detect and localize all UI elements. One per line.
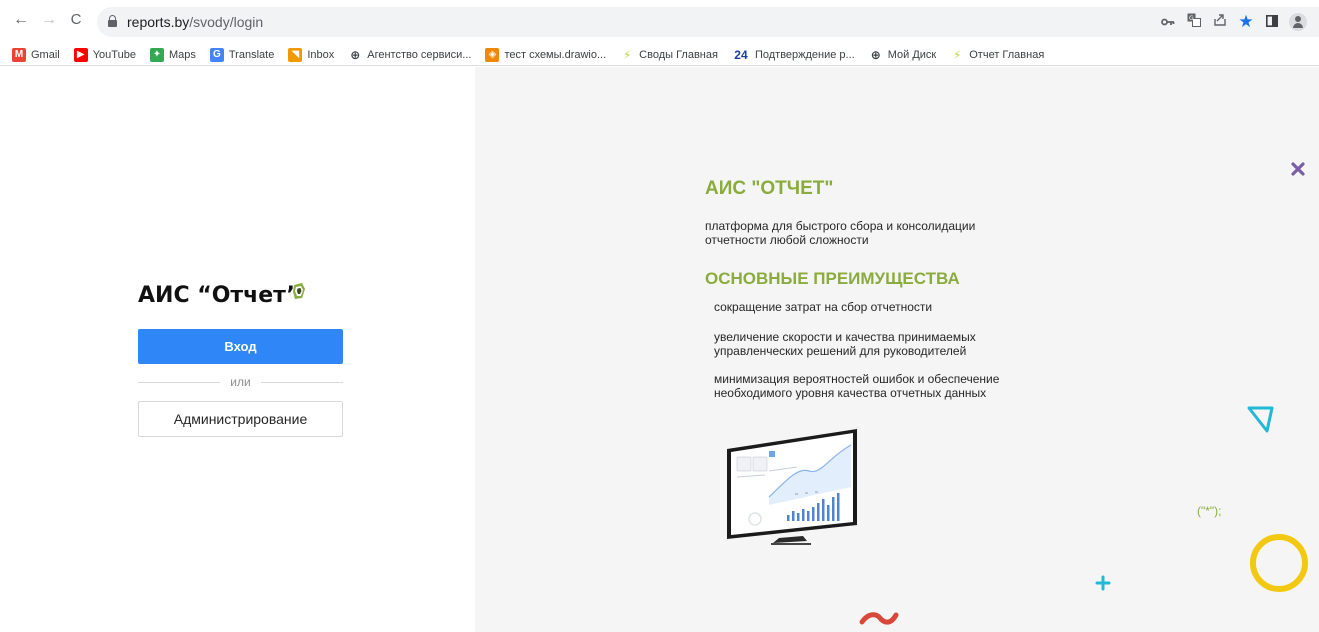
or-divider: или <box>138 374 343 390</box>
bookmark-item[interactable]: ◈ тест схемы.drawio... <box>485 47 607 62</box>
number-24-icon: 24 <box>734 47 748 62</box>
login-button[interactable]: Вход <box>138 329 343 364</box>
logo-icon <box>293 283 305 299</box>
plus-decoration <box>1095 575 1111 591</box>
bookmark-label: Отчет Главная <box>969 48 1045 61</box>
spark-icon: ⚡ <box>953 47 962 62</box>
address-bar[interactable]: reports.by/svody/login G ★ <box>97 7 1319 37</box>
url-path: /svody/login <box>189 14 264 30</box>
omnibox-actions: G ★ <box>1155 13 1311 31</box>
forward-icon[interactable]: → <box>40 11 58 29</box>
inbox-icon: ◥ <box>288 47 303 62</box>
bookmark-item[interactable]: ▶ YouTube <box>73 47 136 62</box>
bookmark-item[interactable]: ⊕ Агентство сервиси... <box>348 48 471 62</box>
share-icon[interactable] <box>1207 13 1233 31</box>
bookmark-label: Inbox <box>307 48 335 61</box>
promo-description: платформа для быстрого сбора и консолида… <box>705 219 976 247</box>
ring-decoration <box>1250 534 1308 592</box>
bookmark-item[interactable]: ◥ Inbox <box>288 47 335 62</box>
page: АИС “Отчет” Вход или Администрирование А… <box>0 67 1319 632</box>
url-text[interactable]: reports.by/svody/login <box>127 14 263 30</box>
spark-icon: ⚡ <box>622 47 632 62</box>
advantage-item: минимизация вероятностей ошибок и обеспе… <box>714 372 1000 400</box>
login-panel: АИС “Отчет” Вход или Администрирование <box>0 67 475 632</box>
promo-title: АИС "ОТЧЕТ" <box>705 178 834 199</box>
bookmark-label: тест схемы.drawio... <box>504 48 607 61</box>
browser-toolbar: ← → C reports.by/svody/login G ★ <box>0 0 1319 44</box>
advantage-item: увеличение скорости и качества принимаем… <box>714 330 976 358</box>
bookmark-label: Агентство сервиси... <box>367 48 472 61</box>
divider-line <box>261 382 343 383</box>
triangle-decoration <box>1247 406 1274 433</box>
globe-arrow-icon: ⊕ <box>870 47 881 62</box>
bookmark-item[interactable]: ✦ Maps <box>149 47 196 62</box>
translate-icon[interactable]: G <box>1181 13 1207 31</box>
bookmark-item[interactable]: ⚡ Своды Главная <box>620 48 718 62</box>
advantages-title: ОСНОВНЫЕ ПРЕИМУЩЕСТВА <box>705 269 960 288</box>
bookmark-item[interactable]: 24 Подтверждение р... <box>732 47 855 62</box>
youtube-icon: ▶ <box>73 47 88 62</box>
tilde-decoration <box>859 612 899 625</box>
svg-text:G: G <box>1189 15 1194 22</box>
lock-icon[interactable] <box>108 15 117 27</box>
app-title: АИС “Отчет” <box>138 283 301 308</box>
admin-button[interactable]: Администрирование <box>138 401 343 437</box>
side-panel-icon[interactable] <box>1259 13 1285 31</box>
bookmark-item[interactable]: ⊕ Мой Диск <box>869 48 937 62</box>
bookmark-item[interactable]: ⚡ Отчет Главная <box>950 48 1044 62</box>
globe-arrow-icon: ⊕ <box>350 47 361 62</box>
url-host: reports.by <box>127 14 190 30</box>
close-x-decoration <box>1291 162 1305 176</box>
bookmark-label: Maps <box>168 48 196 61</box>
reload-icon[interactable]: C <box>67 11 85 29</box>
code-text-decoration: ("*"); <box>1197 504 1222 518</box>
bookmark-item[interactable]: M Gmail <box>12 47 60 62</box>
monitor-illustration <box>727 429 857 545</box>
maps-icon: ✦ <box>149 47 164 62</box>
advantage-item: сокращение затрат на сбор отчетности <box>714 300 933 314</box>
back-icon[interactable]: ← <box>12 11 30 29</box>
profile-icon[interactable] <box>1285 13 1311 31</box>
gmail-icon: M <box>12 47 26 62</box>
translate-icon: G <box>209 47 224 62</box>
bookmark-label: Мой Диск <box>887 48 937 61</box>
bookmark-item[interactable]: G Translate <box>209 47 275 62</box>
star-icon[interactable]: ★ <box>1233 13 1259 31</box>
bookmark-label: Подтверждение р... <box>754 48 855 61</box>
bookmark-label: Своды Главная <box>639 48 718 61</box>
key-icon[interactable] <box>1155 13 1181 31</box>
drawio-icon: ◈ <box>485 47 500 62</box>
bookmark-label: YouTube <box>92 48 136 61</box>
bookmark-label: Translate <box>228 48 275 61</box>
bookmarks-bar: M Gmail ▶ YouTube ✦ Maps G Translate ◥ Inbox ⊕ Аген… <box>0 44 1319 66</box>
bookmark-label: Gmail <box>31 48 60 61</box>
promo-panel: АИС "ОТЧЕТ" платформа для быстрого сбора… <box>475 67 1319 632</box>
